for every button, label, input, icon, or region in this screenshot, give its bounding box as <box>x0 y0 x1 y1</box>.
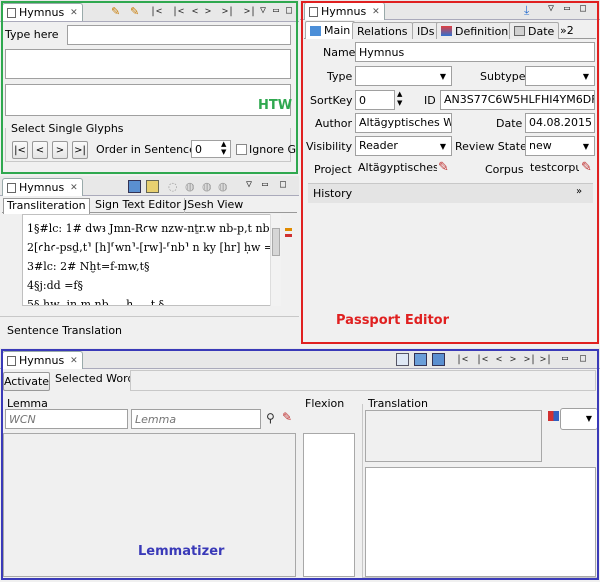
transliteration-tab-title: Hymnus <box>19 181 65 194</box>
transliteration-text-area[interactable]: 1§#lc: 1# dwꜣ Jmn-Rꜥw nzw-nṯr.w nb-p,t n… <box>22 214 278 306</box>
passport-highlight-border <box>301 1 599 344</box>
minimize-icon[interactable]: ▭ <box>262 179 268 190</box>
maximize-icon[interactable]: □ <box>280 179 286 190</box>
bubble-icon[interactable]: ◌ <box>168 180 181 193</box>
bubble-icon[interactable]: ◍ <box>185 180 198 193</box>
warning-marker-icon <box>285 228 292 231</box>
lemmatizer-highlight-border <box>1 349 599 580</box>
line-5: 5§ ḥw .in m nb ... ḥ ... t § <box>27 298 165 306</box>
transliteration-editor-tab[interactable]: Hymnus ✕ <box>2 178 83 196</box>
line-2: 2[ꜥhꜥ-psḏ,t⸣ [h]⸢wn⸣-[rw]-⸢nb⸣ n ky [hr]… <box>27 241 274 254</box>
chevron-down-icon[interactable]: ▽ <box>246 179 252 190</box>
htw-highlight-border <box>1 1 298 174</box>
image-icon[interactable] <box>128 180 141 193</box>
transliteration-scrollbar[interactable] <box>270 214 281 306</box>
error-marker-icon <box>285 234 292 237</box>
line-3: 3#lc: 2# Nḫt=f-mw,t§ <box>27 260 150 273</box>
bubble-icon[interactable]: ◍ <box>218 180 231 193</box>
document-icon <box>7 182 16 193</box>
passport-panel: Hymnus ✕ ⤓ ▽ ▭ □ Main Relations IDs Defi… <box>300 0 600 346</box>
tab-transliteration[interactable]: Transliteration <box>3 198 90 214</box>
tab-sign-text-editor[interactable]: Sign Text Editor <box>92 198 185 213</box>
lemmatizer-panel: Hymnus ✕ |< |< < > >| >| ▭ □ Activate Se… <box>0 348 600 582</box>
sentence-translation-label: Sentence Translation <box>7 324 123 337</box>
line-1: 1§#lc: 1# dwꜣ Jmn-Rꜥw nzw-nṯr.w nb-p,t n… <box>27 222 278 235</box>
edit-icon[interactable] <box>146 180 159 193</box>
close-icon[interactable]: ✕ <box>70 183 78 193</box>
transliteration-panel: Hymnus ✕ ◌ ◍ ◍ ◍ ▽ ▭ □ Transliteration S… <box>0 176 299 346</box>
line-4: 4§j:dd =f§ <box>27 279 83 292</box>
htw-panel: Hymnus ✕ ✎ ✎ |< |< < > >| >| ▽ ▭ □ Type … <box>0 0 299 176</box>
bubble-icon[interactable]: ◍ <box>202 180 215 193</box>
tab-jsesh-view[interactable]: JSesh View <box>181 198 246 213</box>
